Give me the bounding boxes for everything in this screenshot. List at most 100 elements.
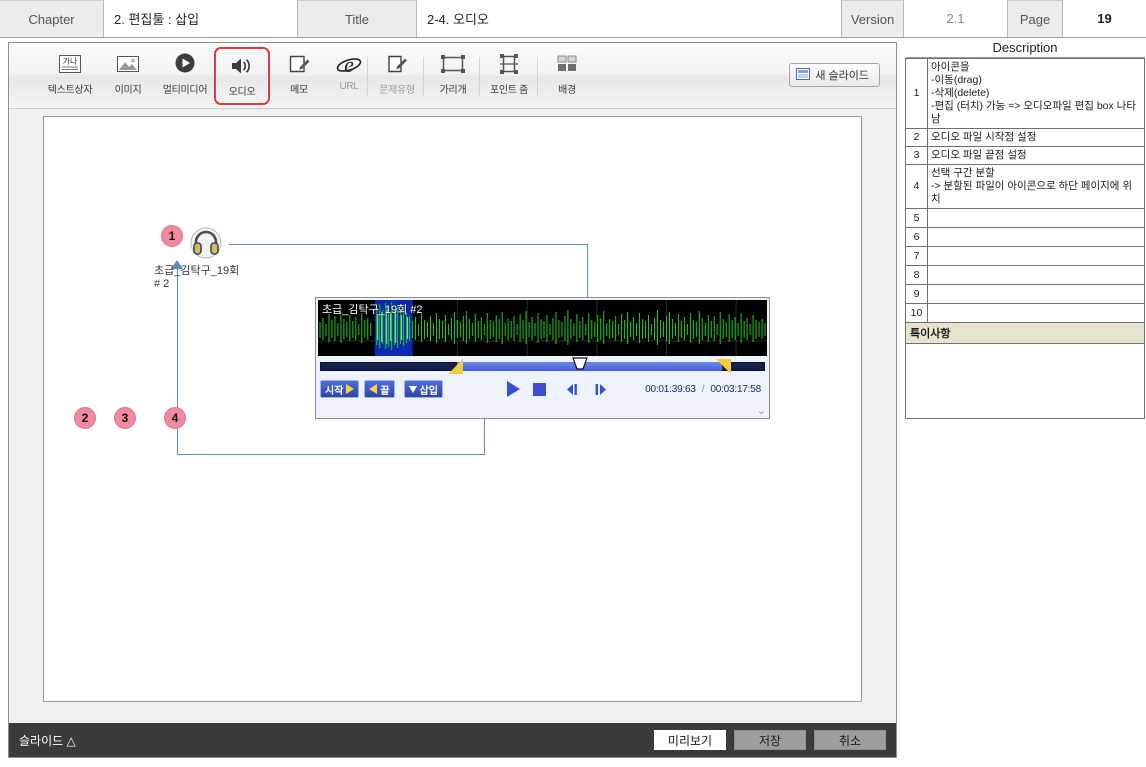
chapter-label: Chapter [0, 0, 104, 37]
slide-canvas[interactable]: 1 초급_김탁구_19회 # 2 초급_김탁구_19회 #2 시작 끝 삽입 0… [43, 116, 862, 702]
special-notes-heading: 특이사항 [905, 323, 1145, 344]
play-button[interactable] [502, 379, 524, 399]
selection-end-handle[interactable] [716, 359, 731, 374]
version-label: Version [842, 0, 904, 37]
row-text[interactable] [927, 227, 1145, 247]
toolbar-divider [367, 57, 368, 95]
tool-label: 배경 [558, 85, 576, 96]
toolbar-divider [537, 57, 538, 95]
tool-label: 가리개 [439, 85, 467, 96]
set-end-button[interactable]: 끝 [364, 380, 395, 398]
row-text[interactable] [927, 303, 1145, 323]
tool-audio[interactable]: 오디오 [214, 47, 270, 105]
callout-line-v2 [484, 419, 485, 455]
step-forward-button[interactable] [588, 379, 610, 399]
slide-panel-toggle[interactable]: 슬라이드 △ [19, 732, 76, 749]
version-value[interactable]: 2.1 [904, 0, 1008, 37]
title-value[interactable]: 2-4. 오디오 [417, 0, 842, 37]
audio-item-label-line2: # 2 [154, 278, 170, 290]
text-box-icon: 가나 [58, 49, 82, 79]
save-button[interactable]: 저장 [734, 730, 806, 750]
special-notes-body[interactable] [905, 344, 1145, 419]
cancel-button[interactable]: 취소 [814, 730, 886, 750]
table-row[interactable]: 10 [905, 303, 1145, 323]
callout-line-h2 [177, 454, 485, 455]
row-text[interactable] [927, 246, 1145, 266]
svg-text:가나: 가나 [63, 57, 78, 66]
tool-point-zoom[interactable]: 포인트 줌 [481, 49, 537, 103]
table-row[interactable]: 2 오디오 파일 시작점 설정 [905, 128, 1145, 147]
row-text[interactable] [927, 284, 1145, 304]
table-row[interactable]: 1 아이콘을 -이동(drag) -삭제(delete) -편집 (터치) 가능… [905, 58, 1145, 129]
play-icon [506, 381, 520, 397]
memo-pencil-icon [287, 49, 311, 79]
selection-scrubber[interactable] [320, 357, 765, 374]
table-row[interactable]: 7 [905, 246, 1145, 266]
tool-cover[interactable]: 가리개 [425, 49, 481, 103]
bottom-buttons: 미리보기 저장 취소 [654, 730, 886, 750]
row-index: 7 [905, 246, 928, 266]
row-text[interactable] [927, 208, 1145, 228]
table-row[interactable]: 9 [905, 284, 1145, 304]
waveform-display[interactable]: 초급_김탁구_19회 #2 [318, 300, 767, 356]
page-value[interactable]: 19 [1063, 0, 1146, 37]
tool-label: 오디오 [228, 87, 256, 98]
selection-start-handle[interactable] [448, 359, 463, 374]
stop-button[interactable] [528, 379, 550, 399]
time-display: 00:01:39:63 / 00:03:17:58 [645, 384, 761, 395]
tool-quiz-type[interactable]: 문제유형 [369, 49, 425, 103]
tool-label: 멀티미디어 [162, 85, 208, 96]
preview-button[interactable]: 미리보기 [654, 730, 726, 750]
audio-editor-box[interactable]: 초급_김탁구_19회 #2 시작 끝 삽입 00:01:39:63 / 00:0… [315, 297, 770, 419]
headphone-icon[interactable] [190, 227, 222, 264]
chapter-value[interactable]: 2. 편집툴 : 삽입 [104, 0, 298, 37]
row-index: 9 [905, 284, 928, 304]
new-slide-button[interactable]: 새 슬라이드 [789, 63, 880, 87]
row-index: 3 [905, 146, 928, 165]
row-text[interactable]: 오디오 파일 시작점 설정 [927, 128, 1145, 147]
insert-button[interactable]: 삽입 [403, 380, 444, 398]
editor-frame: 가나 텍스트상자 이미지 멀티미디어 오디오 메모 e URL 문제유형 가리개… [8, 42, 897, 758]
step-forward-icon [592, 383, 607, 396]
tool-label: URL [339, 81, 359, 92]
resize-grip-icon[interactable]: ⌄ [757, 404, 766, 417]
tool-background[interactable]: 배경 [539, 49, 595, 103]
end-marker-icon [369, 384, 378, 394]
audio-speaker-icon [229, 51, 255, 81]
row-text[interactable]: 오디오 파일 끝점 설정 [927, 146, 1145, 165]
row-text[interactable]: 선택 구간 분할 -> 분할된 파일이 아이콘으로 하단 페이지에 위치 [927, 164, 1145, 209]
tool-text-box[interactable]: 가나 텍스트상자 [42, 49, 98, 103]
current-time: 00:01:39:63 [645, 383, 696, 395]
playhead-handle[interactable] [572, 357, 588, 370]
multimedia-play-icon [173, 49, 197, 79]
app-window: Chapter 2. 편집툴 : 삽입 Title 2-4. 오디오 Versi… [0, 0, 1146, 767]
row-text[interactable]: 아이콘을 -이동(drag) -삭제(delete) -편집 (터치) 가능 =… [927, 58, 1145, 129]
table-row[interactable]: 6 [905, 227, 1145, 247]
insert-down-arrow-icon [408, 385, 417, 393]
tool-label: 메모 [290, 85, 308, 96]
canvas-area: 1 초급_김탁구_19회 # 2 초급_김탁구_19회 #2 시작 끝 삽입 0… [9, 109, 896, 723]
table-row[interactable]: 5 [905, 208, 1145, 228]
set-end-label: 끝 [380, 385, 390, 397]
time-separator: / [701, 383, 705, 395]
tool-multimedia[interactable]: 멀티미디어 [157, 49, 213, 103]
set-start-button[interactable]: 시작 [320, 380, 360, 398]
step-back-button[interactable] [562, 379, 584, 399]
internet-explorer-icon: e [336, 49, 362, 79]
row-text[interactable] [927, 265, 1145, 285]
table-row[interactable]: 8 [905, 265, 1145, 285]
tool-image[interactable]: 이미지 [100, 49, 156, 103]
total-time: 00:03:17:58 [710, 383, 761, 395]
quiz-pencil-icon [385, 49, 409, 79]
row-index: 6 [905, 227, 928, 247]
table-row[interactable]: 3 오디오 파일 끝점 설정 [905, 146, 1145, 165]
selection-range[interactable] [457, 362, 722, 371]
image-icon [116, 49, 140, 79]
tool-memo[interactable]: 메모 [271, 49, 327, 103]
tool-label: 텍스트상자 [47, 85, 93, 96]
audio-item-label: 초급_김탁구_19회 # 2 [154, 265, 239, 291]
document-header: Chapter 2. 편집툴 : 삽입 Title 2-4. 오디오 Versi… [0, 0, 1146, 38]
callout-badge-4: 4 [164, 407, 186, 429]
background-layout-icon [555, 49, 579, 79]
table-row[interactable]: 4 선택 구간 분할 -> 분할된 파일이 아이콘으로 하단 페이지에 위치 [905, 164, 1145, 209]
